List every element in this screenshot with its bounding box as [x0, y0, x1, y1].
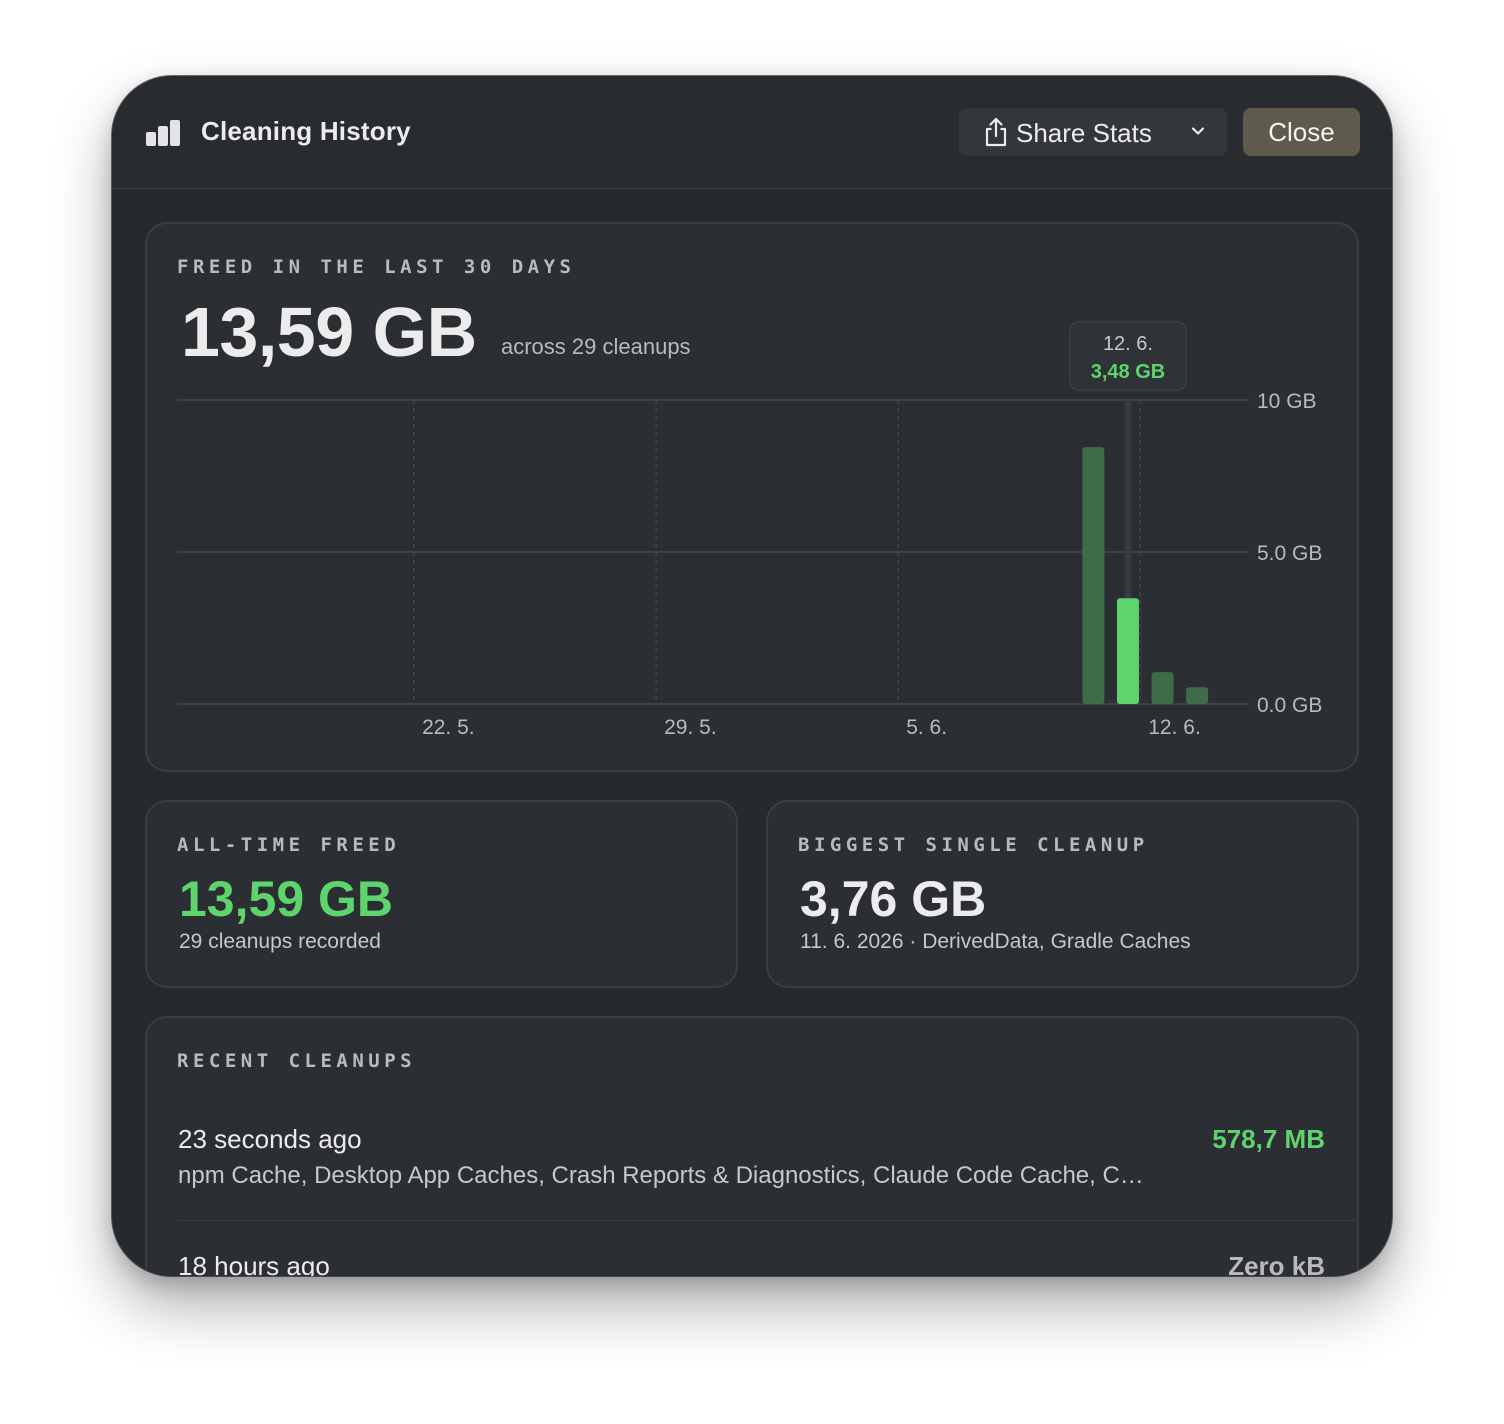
all-time-subtitle: 29 cleanups recorded — [179, 930, 381, 953]
bar — [1186, 687, 1209, 704]
biggest-cleanup-card: BIGGEST SINGLE CLEANUP 3,76 GB 11. 6. 20… — [766, 800, 1359, 988]
bar — [1151, 672, 1174, 704]
cleanup-size: Zero kB — [1228, 1251, 1325, 1276]
all-time-label: ALL-TIME FREED — [177, 834, 401, 856]
list-item[interactable]: 18 hours ago Zero kB — [178, 1251, 1357, 1276]
bar — [1082, 447, 1105, 704]
all-time-freed-card: ALL-TIME FREED 13,59 GB 29 cleanups reco… — [145, 800, 738, 988]
share-icon — [985, 117, 1007, 147]
y-tick-label: 0.0 GB — [1257, 694, 1322, 717]
bar-chart-icon — [146, 120, 184, 146]
recent-cleanups-card: RECENT CLEANUPS 23 seconds ago npm Cache… — [145, 1016, 1359, 1276]
x-tick-label: 12. 6. — [1148, 716, 1201, 739]
close-button[interactable]: Close — [1243, 108, 1360, 156]
cleaning-history-window: Cleaning History Share Stats Close FREED… — [112, 76, 1392, 1276]
cleanup-time: 23 seconds ago — [178, 1124, 362, 1154]
share-stats-label: Share Stats — [1016, 118, 1152, 148]
y-tick-label: 5.0 GB — [1257, 542, 1322, 565]
list-item[interactable]: 23 seconds ago npm Cache, Desktop App Ca… — [178, 1124, 1357, 1204]
x-tick-label: 22. 5. — [422, 716, 475, 739]
freed-last-30-days-card: FREED IN THE LAST 30 DAYS 13,59 GB acros… — [145, 222, 1359, 772]
tooltip-date: 12. 6. — [1103, 333, 1153, 355]
cleanup-size: 578,7 MB — [1212, 1124, 1325, 1154]
bar-highlighted — [1116, 598, 1139, 704]
biggest-value: 3,76 GB — [800, 871, 987, 927]
cleanup-items: npm Cache, Desktop App Caches, Crash Rep… — [178, 1162, 1144, 1189]
biggest-label: BIGGEST SINGLE CLEANUP — [798, 834, 1149, 856]
row-divider — [178, 1220, 1357, 1221]
all-time-value: 13,59 GB — [179, 871, 394, 927]
tooltip-value: 3,48 GB — [1091, 361, 1165, 383]
chevron-down-icon[interactable] — [1189, 122, 1207, 140]
window-header: Cleaning History Share Stats Close — [112, 76, 1392, 189]
recent-label: RECENT CLEANUPS — [177, 1050, 417, 1072]
biggest-subtitle: 11. 6. 2026 · DerivedData, Gradle Caches — [800, 930, 1191, 953]
freed-bar-chart[interactable]: 10 GB 5.0 GB 0.0 GB 22. 5. 29. 5. 5. 6. 12. 6.… — [147, 224, 1357, 770]
cleanup-time: 18 hours ago — [178, 1251, 330, 1276]
y-tick-label: 10 GB — [1257, 390, 1317, 413]
window-title: Cleaning History — [201, 116, 411, 146]
x-tick-label: 29. 5. — [664, 716, 717, 739]
share-stats-button[interactable]: Share Stats — [959, 108, 1227, 156]
x-tick-label: 5. 6. — [906, 716, 947, 739]
